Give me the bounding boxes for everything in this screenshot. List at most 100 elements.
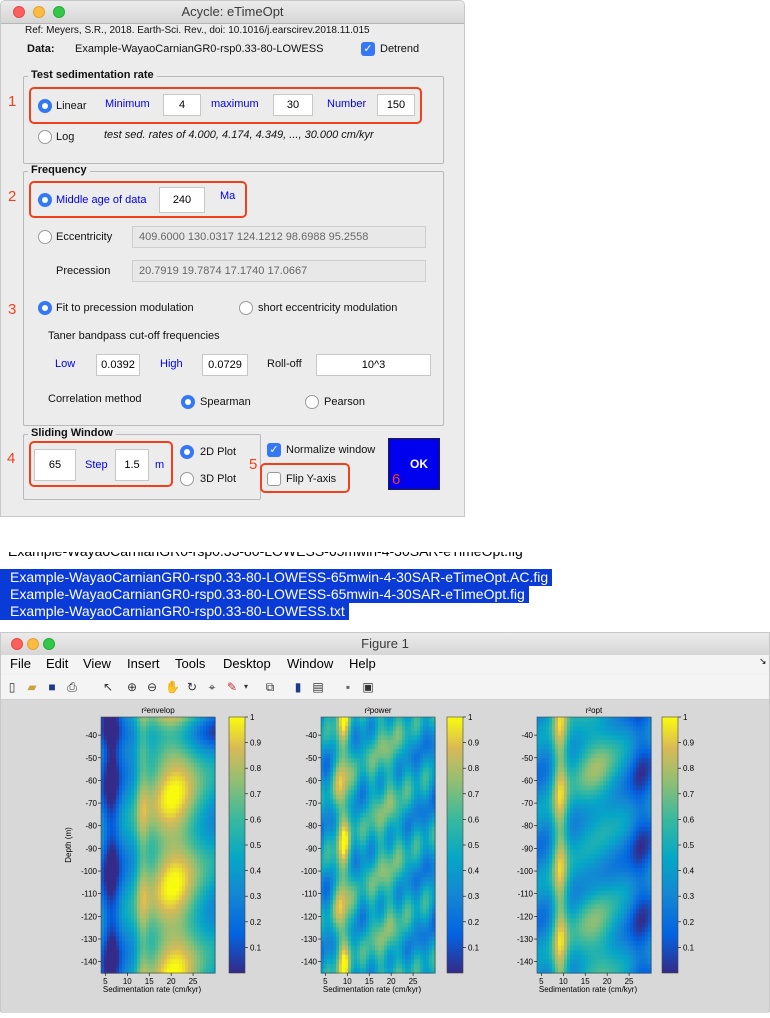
figure-toolbar: ▯ ▰ ■ ⎙ ↖ ⊕ ⊖ ✋ ↻ ⌖ ✎ ▾ ⧉ ▮ ▤ ▪ ▣ — [1, 675, 769, 700]
linear-radio[interactable] — [38, 99, 52, 113]
x-axis-label: Sedimentation rate (cm/kyr) — [323, 985, 422, 994]
marker-4: 4 — [7, 450, 15, 467]
maximum-label: maximum — [211, 98, 259, 110]
new-figure-icon[interactable]: ▯ — [5, 680, 19, 694]
reference-text: Ref: Meyers, S.R., 2018. Earth-Sci. Rev.… — [25, 25, 370, 36]
flip-y-axis-checkbox[interactable] — [267, 472, 281, 486]
minimum-input[interactable]: 4 — [163, 94, 201, 116]
plot-2d-radio[interactable] — [180, 445, 194, 459]
data-cursor-icon[interactable]: ⌖ — [205, 680, 219, 694]
low-input[interactable]: 0.0392 — [96, 354, 140, 376]
pan-icon[interactable]: ✋ — [165, 680, 179, 694]
eccentricity-field[interactable]: 409.6000 130.0317 124.1212 98.6988 95.25… — [132, 226, 426, 248]
hide-tools-icon[interactable]: ▪ — [341, 680, 355, 694]
print-icon[interactable]: ⎙ — [65, 680, 79, 694]
middle-age-radio[interactable] — [38, 193, 52, 207]
high-label: High — [160, 358, 183, 370]
marker-1: 1 — [8, 93, 16, 110]
step-input[interactable]: 1.5 — [115, 449, 149, 481]
colorbar-tick-label: 0.1 — [250, 943, 262, 952]
y-tick-label: -40 — [85, 731, 97, 740]
y-tick-label: -80 — [85, 822, 97, 831]
normalize-window-checkbox[interactable]: ✓ — [267, 443, 281, 457]
data-value: Example-WayaoCarnianGR0-rsp0.33-80-LOWES… — [75, 43, 323, 55]
log-label: Log — [56, 131, 74, 143]
file-item-selected[interactable]: Example-WayaoCarnianGR0-rsp0.33-80-LOWES… — [0, 569, 552, 586]
link-icon[interactable]: ⧉ — [263, 680, 277, 694]
precession-field[interactable]: 20.7919 19.7874 17.1740 17.0667 — [132, 260, 426, 282]
window-size-input[interactable]: 65 — [34, 449, 76, 481]
menu-desktop[interactable]: Desktop — [223, 656, 271, 671]
open-file-icon[interactable]: ▰ — [25, 680, 39, 694]
colorbar-tick-label: 0.3 — [250, 892, 262, 901]
colorbar-tick-label: 0.3 — [468, 892, 480, 901]
file-item-selected[interactable]: Example-WayaoCarnianGR0-rsp0.33-80-LOWES… — [0, 603, 349, 620]
menu-insert[interactable]: Insert — [127, 656, 160, 671]
marker-3: 3 — [8, 301, 16, 318]
save-icon[interactable]: ■ — [45, 680, 59, 694]
sedrate-panel-title: Test sedimentation rate — [28, 69, 157, 81]
menu-overflow-icon[interactable]: ↘ — [759, 656, 767, 667]
dock-icon[interactable]: ▣ — [361, 680, 375, 694]
menu-view[interactable]: View — [83, 656, 111, 671]
y-tick-label: -130 — [301, 935, 318, 944]
eccentricity-radio[interactable] — [38, 230, 52, 244]
number-label: Number — [327, 98, 366, 110]
correlation-label: Correlation method — [48, 393, 142, 405]
plot-2d-label: 2D Plot — [200, 446, 236, 458]
short-eccentricity-radio[interactable] — [239, 301, 253, 315]
y-tick-label: -100 — [301, 867, 318, 876]
rolloff-input[interactable]: 10^3 — [316, 354, 431, 376]
figure-menubar: File Edit View Insert Tools Desktop Wind… — [1, 655, 769, 674]
fit-precession-radio[interactable] — [38, 301, 52, 315]
middle-age-input[interactable]: 240 — [159, 187, 205, 213]
colorbar-tick-label: 0.9 — [250, 739, 262, 748]
low-label: Low — [55, 358, 75, 370]
spearman-radio[interactable] — [181, 395, 195, 409]
colorbar-tick-label: 1 — [468, 713, 473, 722]
flip-y-axis-label: Flip Y-axis — [286, 473, 336, 485]
legend-icon[interactable]: ▤ — [311, 680, 325, 694]
ok-button[interactable]: 6 OK — [388, 438, 440, 490]
colorbar — [229, 717, 245, 973]
y-tick-label: -80 — [305, 822, 317, 831]
file-item[interactable]: Example-WayaoCarnianGR0-rsp0.33-80-LOWES… — [8, 552, 523, 560]
menu-edit[interactable]: Edit — [46, 656, 68, 671]
brush-dropdown-icon[interactable]: ▾ — [239, 680, 253, 694]
middle-age-label: Middle age of data — [56, 194, 147, 206]
colorbar-tick-label: 1 — [250, 713, 255, 722]
detrend-checkbox[interactable]: ✓ — [361, 42, 375, 56]
y-axis-label: Depth (m) — [64, 827, 73, 863]
log-radio[interactable] — [38, 130, 52, 144]
y-tick-label: -140 — [81, 958, 98, 967]
pointer-icon[interactable]: ↖ — [101, 680, 115, 694]
y-tick-label: -110 — [82, 890, 98, 899]
number-input[interactable]: 150 — [377, 94, 415, 116]
pearson-label: Pearson — [324, 396, 365, 408]
colorbar-tick-label: 0.6 — [468, 815, 480, 824]
menu-tools[interactable]: Tools — [175, 656, 205, 671]
ma-unit-label: Ma — [220, 190, 235, 202]
plot-3d-radio[interactable] — [180, 472, 194, 486]
y-tick-label: -60 — [85, 776, 97, 785]
colorbar-tick-label: 0.8 — [468, 764, 480, 773]
detrend-label: Detrend — [380, 43, 419, 55]
y-tick-label: -140 — [301, 958, 318, 967]
high-input[interactable]: 0.0729 — [202, 354, 248, 376]
precession-label: Precession — [56, 265, 110, 277]
brush-icon[interactable]: ✎ — [225, 680, 239, 694]
menu-file[interactable]: File — [10, 656, 31, 671]
y-tick-label: -70 — [305, 799, 317, 808]
y-tick-label: -90 — [305, 844, 317, 853]
rotate-icon[interactable]: ↻ — [185, 680, 199, 694]
sedrate-info-text: test sed. rates of 4.000, 4.174, 4.349, … — [104, 129, 374, 141]
menu-help[interactable]: Help — [349, 656, 376, 671]
subplot-title: r²power — [364, 706, 391, 715]
pearson-radio[interactable] — [305, 395, 319, 409]
zoom-in-icon[interactable]: ⊕ — [125, 680, 139, 694]
file-item-selected[interactable]: Example-WayaoCarnianGR0-rsp0.33-80-LOWES… — [0, 586, 529, 603]
colorbar-icon[interactable]: ▮ — [291, 680, 305, 694]
maximum-input[interactable]: 30 — [273, 94, 313, 116]
menu-window[interactable]: Window — [287, 656, 333, 671]
zoom-out-icon[interactable]: ⊖ — [145, 680, 159, 694]
